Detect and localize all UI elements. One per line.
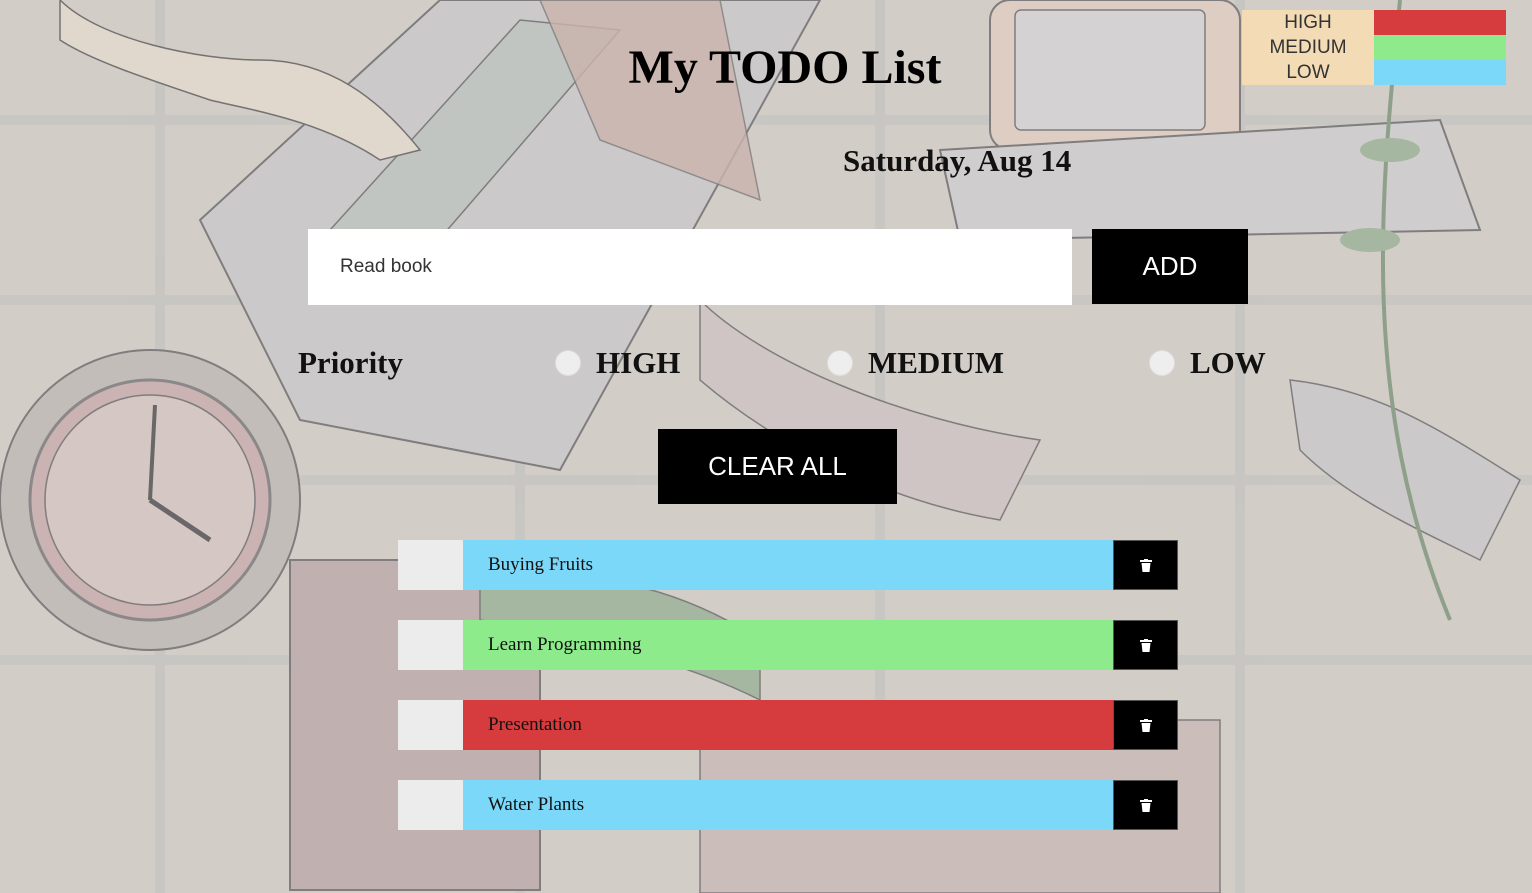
priority-high-label: HIGH [596,345,681,380]
todo-checkbox[interactable] [398,780,463,830]
priority-option-low[interactable]: LOW [1149,345,1266,381]
trash-icon [1139,558,1152,572]
delete-button[interactable] [1113,620,1178,670]
priority-medium-label: MEDIUM [868,345,1005,380]
priority-option-medium[interactable]: MEDIUM [827,345,1004,381]
trash-icon [1139,798,1152,812]
page-title: My TODO List [628,41,942,94]
priority-low-radio[interactable] [1149,350,1175,376]
priority-low-label: LOW [1190,345,1266,380]
todo-item: Learn Programming [398,620,1178,670]
legend-label-high: HIGH [1242,10,1374,35]
todo-checkbox[interactable] [398,700,463,750]
todo-checkbox[interactable] [398,540,463,590]
priority-medium-radio[interactable] [827,350,853,376]
current-date: Saturday, Aug 14 [843,143,1072,178]
legend-swatch-high [1374,10,1506,35]
clear-all-button[interactable]: CLEAR ALL [658,429,897,504]
todo-text[interactable]: Presentation [463,700,1113,750]
priority-option-high[interactable]: HIGH [555,345,680,381]
todo-checkbox[interactable] [398,620,463,670]
todo-item: Buying Fruits [398,540,1178,590]
delete-button[interactable] [1113,780,1178,830]
todo-text[interactable]: Learn Programming [463,620,1113,670]
trash-icon [1139,718,1152,732]
todo-text[interactable]: Water Plants [463,780,1113,830]
delete-button[interactable] [1113,540,1178,590]
task-input[interactable] [308,229,1072,305]
delete-button[interactable] [1113,700,1178,750]
todo-item: Water Plants [398,780,1178,830]
trash-icon [1139,638,1152,652]
priority-label: Priority [298,345,404,380]
todo-text[interactable]: Buying Fruits [463,540,1113,590]
add-button[interactable]: ADD [1092,229,1248,304]
todo-item: Presentation [398,700,1178,750]
priority-high-radio[interactable] [555,350,581,376]
